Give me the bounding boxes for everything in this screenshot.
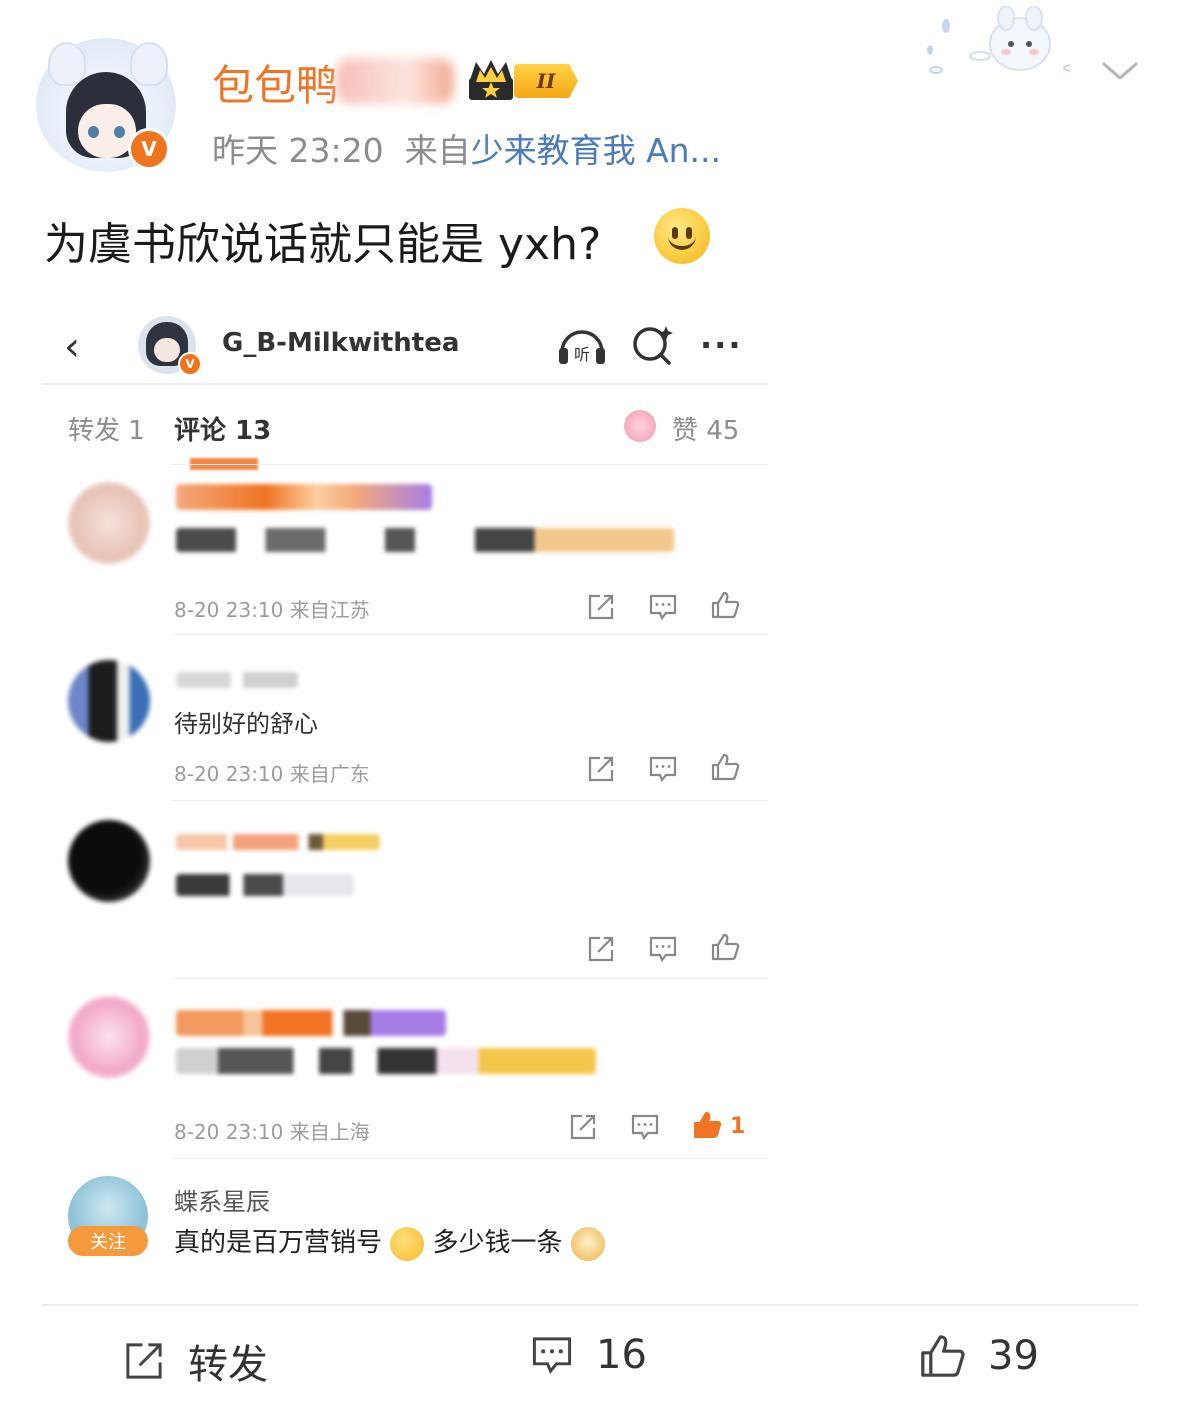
avatar-eye-left xyxy=(88,126,99,138)
comment-text-part-1: 真的是百万营销号 xyxy=(174,1228,383,1258)
comment-text-redaction xyxy=(176,874,354,896)
like-icon xyxy=(921,1335,965,1377)
post-meta: 昨天 23:20 来自少来教育我 An... xyxy=(212,124,721,172)
decorative-bunny-icon xyxy=(927,6,1070,74)
post-from-label: 来自 xyxy=(404,131,471,170)
tab-like: 赞 45 xyxy=(672,416,740,446)
comment-text-redaction xyxy=(176,1048,596,1074)
comment-meta: 8-20 23:10 来自江苏 xyxy=(174,598,370,622)
avatar-eye-right xyxy=(114,126,125,138)
comment-username-redaction xyxy=(176,834,380,850)
comment-icon[interactable] xyxy=(648,592,678,622)
comment-text: 真的是百万营销号 多少钱一条 xyxy=(174,1222,605,1261)
comment-text-part-2: 多少钱一条 xyxy=(432,1228,563,1258)
user-avatar[interactable]: V xyxy=(36,38,176,172)
screenshot-account-name: G_B-Milkwithtea xyxy=(222,328,460,358)
search-icon xyxy=(633,326,673,365)
comment-divider xyxy=(172,634,768,635)
footer-repost-label: 转发 xyxy=(188,1342,268,1388)
comment-avatar xyxy=(68,482,150,564)
comment-text-redaction xyxy=(176,528,674,552)
comment-divider xyxy=(172,1158,768,1159)
share-icon[interactable] xyxy=(586,754,616,784)
share-icon[interactable] xyxy=(586,592,616,622)
comment-icon[interactable] xyxy=(648,934,678,964)
doge-emoji-icon xyxy=(570,1226,605,1261)
comment-divider xyxy=(172,978,768,979)
level-badge: II xyxy=(514,64,578,98)
comment-meta: 8-20 23:10 来自上海 xyxy=(174,1120,370,1144)
tabs-divider xyxy=(172,464,768,465)
share-icon[interactable] xyxy=(568,1112,598,1142)
like-icon[interactable] xyxy=(710,590,740,620)
crown-icon xyxy=(469,60,513,100)
footer-comment-count: 16 xyxy=(596,1332,647,1378)
embedded-screenshot[interactable] xyxy=(42,296,770,1286)
post-source-link[interactable]: 少来教育我 An... xyxy=(471,131,721,170)
avatar-ear-right xyxy=(130,42,168,86)
listen-label: 听 xyxy=(574,345,590,364)
like-icon[interactable] xyxy=(710,752,740,782)
comment-avatar xyxy=(68,996,150,1078)
avatar-ear-left xyxy=(48,42,86,86)
comment-like-count: 1 xyxy=(730,1114,746,1139)
footer-like-count: 39 xyxy=(988,1333,1039,1379)
comment-divider xyxy=(172,800,768,801)
comment-icon[interactable] xyxy=(630,1112,660,1142)
comment-username-redaction xyxy=(176,672,298,688)
footer-divider xyxy=(42,1304,1138,1306)
comment-avatar xyxy=(68,660,150,742)
comment-text: 待别好的舒心 xyxy=(174,710,318,738)
like-icon[interactable] xyxy=(710,932,740,962)
footer-like-button[interactable]: 39 xyxy=(918,1332,1039,1380)
verified-badge-icon: V xyxy=(128,128,170,170)
share-icon xyxy=(126,1343,162,1379)
comment-username-redaction xyxy=(176,484,432,510)
username-redaction xyxy=(336,58,454,104)
share-icon[interactable] xyxy=(586,934,616,964)
comment-meta: 8-20 23:10 来自广东 xyxy=(174,762,370,786)
post-text: 为虞书欣说话就只能是 yxh? xyxy=(44,219,602,270)
laugh-cry-emoji-icon xyxy=(390,1226,425,1261)
screenshot-verified-icon: V xyxy=(178,352,202,376)
post-time: 昨天 23:20 xyxy=(212,131,384,170)
comment-icon xyxy=(532,1337,572,1375)
chevron-down-icon[interactable] xyxy=(1100,56,1140,86)
follow-button: 关注 xyxy=(68,1226,148,1256)
more-icon: ··· xyxy=(700,326,743,364)
like-avatar xyxy=(624,410,656,442)
tab-comment: 评论 13 xyxy=(174,416,272,446)
footer-comment-button[interactable]: 16 xyxy=(530,1332,647,1378)
comment-icon[interactable] xyxy=(648,754,678,784)
tab-repost: 转发 1 xyxy=(68,416,145,446)
like-icon-active[interactable] xyxy=(692,1110,722,1140)
post-username[interactable]: 包包鸭 xyxy=(212,52,338,113)
smile-emoji-icon xyxy=(654,208,710,264)
comment-avatar xyxy=(68,820,150,902)
comment-username-redaction xyxy=(176,1010,446,1036)
screenshot-header-divider xyxy=(42,383,768,385)
back-icon: ‹ xyxy=(64,324,80,370)
comment-username: 蝶系星辰 xyxy=(174,1188,270,1216)
headphones-icon: 听 xyxy=(559,330,605,364)
footer-repost-button[interactable]: 转发 xyxy=(122,1332,268,1390)
